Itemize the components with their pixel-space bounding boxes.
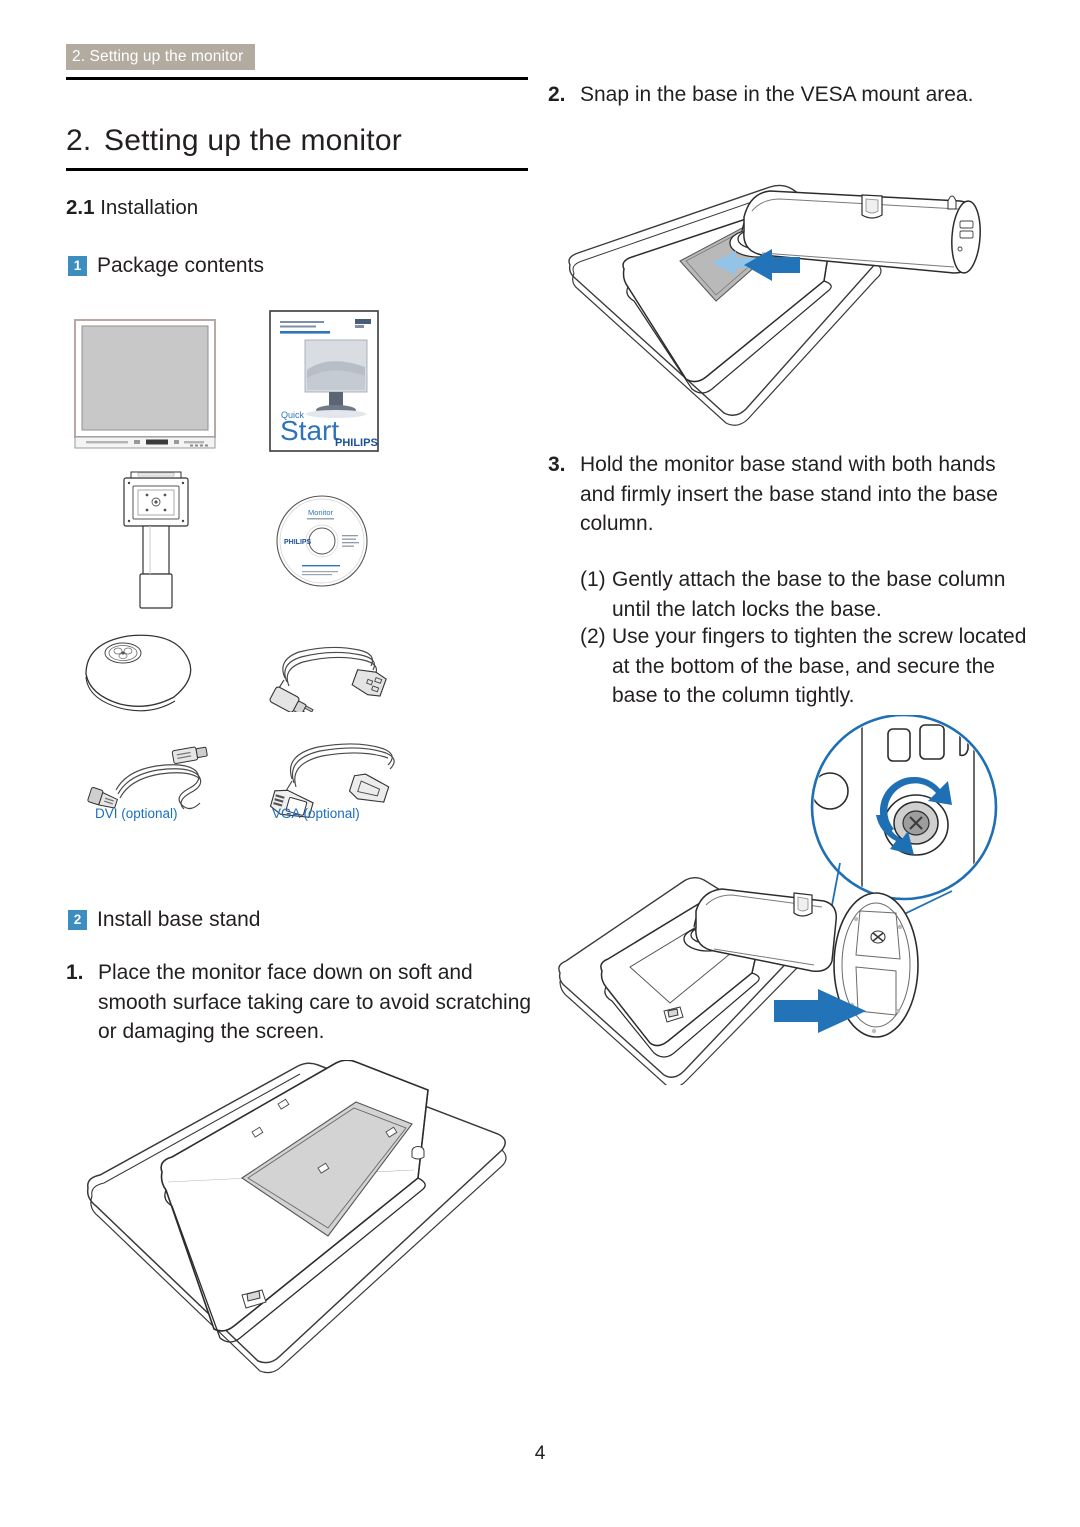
step-1-marker: 1. [66, 961, 84, 984]
substep-2-marker: (2) [580, 625, 606, 648]
quick-start-brand: PHILIPS [335, 437, 378, 449]
subsection-label-install-base-stand: Install base stand [97, 908, 261, 931]
substep-2-text: Use your fingers to tighten the screw lo… [612, 625, 1027, 707]
subsection-install-base-stand: 2 Install base stand [68, 908, 260, 932]
chapter-number: 2. [66, 124, 92, 158]
driver-cd-illustration: Monitor PHILIPS [276, 495, 368, 587]
step-2-text: Snap in the base in the VESA mount area. [580, 83, 974, 106]
section-number: 2.1 [66, 196, 95, 219]
step-1-text: Place the monitor face down on soft and … [98, 961, 532, 1043]
substep-1-marker: (1) [580, 568, 606, 591]
base-column-illustration [123, 471, 189, 609]
chapter-rule-bottom [66, 168, 528, 171]
page-title: 2. Setting up the monitor [66, 124, 536, 158]
cd-title: Monitor [308, 508, 334, 517]
badge-1: 1 [68, 256, 87, 276]
caption-dvi: DVI (optional) [95, 806, 178, 821]
badge-2: 2 [68, 910, 87, 930]
step-3: 3. Hold the monitor base stand with both… [548, 450, 1026, 539]
step-3-marker: 3. [548, 453, 566, 476]
chapter-title-text: Setting up the monitor [104, 124, 402, 158]
base-stand-illustration [85, 634, 192, 712]
monitor-face-down-illustration [86, 1060, 507, 1374]
section-heading: 2.1 Installation [66, 196, 198, 220]
chapter-rule-top [66, 77, 528, 80]
running-header-label: 2. Setting up the monitor [72, 47, 244, 65]
page-number: 4 [534, 1443, 546, 1464]
substep-2: (2) Use your fingers to tighten the scre… [580, 622, 1030, 711]
step-2-marker: 2. [548, 83, 566, 106]
subsection-label-package-contents: Package contents [97, 254, 264, 277]
quick-start-word-start: Start [280, 415, 339, 446]
base-screw-illustration [558, 715, 998, 1085]
caption-vga: VGA (optional) [272, 806, 360, 821]
substep-1: (1) Gently attach the base to the base c… [580, 565, 1030, 624]
section-title: Installation [100, 196, 199, 219]
power-cable-illustration [269, 646, 387, 712]
running-header: 2. Setting up the monitor [66, 44, 256, 70]
vesa-snap-in-illustration [568, 184, 981, 426]
subsection-package-contents: 1 Package contents [68, 254, 264, 278]
step-3-text: Hold the monitor base stand with both ha… [580, 453, 998, 535]
quick-start-guide-illustration: Quick Start PHILIPS [269, 310, 379, 452]
substep-1-text: Gently attach the base to the base colum… [612, 568, 1006, 621]
cd-brand: PHILIPS [284, 539, 312, 546]
step-2: 2. Snap in the base in the VESA mount ar… [548, 80, 1018, 110]
monitor-front-illustration [74, 319, 216, 449]
step-1: 1. Place the monitor face down on soft a… [66, 958, 536, 1047]
package-contents-illustrations: Quick Start PHILIPS Monitor PHILIPS [66, 305, 466, 825]
